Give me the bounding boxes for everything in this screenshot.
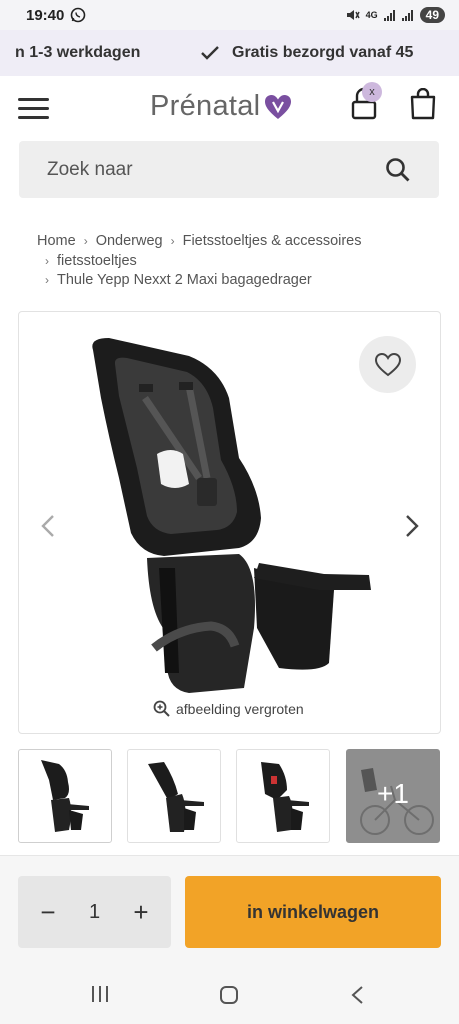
add-to-cart-button[interactable]: in winkelwagen [185,876,441,948]
breadcrumb-fietsstoeltjes-accessoires[interactable]: Fietsstoeltjes & accessoires [183,233,362,249]
more-images-label: +1 [377,778,409,809]
signal-icon-2 [401,9,413,21]
purchase-bar: − 1 + in winkelwagen [0,855,459,967]
thumbnail-image [41,760,89,832]
product-gallery: afbeelding vergroten [18,311,441,734]
status-bar: 19:40 4G 49 [0,0,459,30]
chevron-right-icon[interactable] [405,514,419,538]
zoom-in-icon [153,700,170,717]
check-icon [201,46,219,60]
status-time: 19:40 [26,6,65,24]
site-logo[interactable]: Prénatal [150,90,292,123]
recent-apps-icon[interactable] [90,985,110,1003]
decrease-quantity-button[interactable]: − [36,897,60,928]
home-icon[interactable] [219,985,239,1005]
menu-icon[interactable] [18,98,49,120]
breadcrumb-fietsstoeltjes[interactable]: fietsstoeltjes [57,253,137,269]
quantity-stepper: − 1 + [18,876,171,948]
search-icon[interactable] [385,157,411,183]
signal-icon [383,9,395,21]
zoom-label: afbeelding vergroten [176,700,304,717]
thumbnail-image [261,762,309,832]
usp-banner: n 1-3 werkdagen Gratis bezorgd vanaf 45 [0,30,459,76]
thumbnail-3[interactable] [236,749,330,843]
breadcrumb-current-product: Thule Yepp Nexxt 2 Maxi bagagedrager [57,272,312,288]
favorite-button[interactable] [359,336,416,393]
bag-icon[interactable] [409,88,437,120]
usp-delivery-text: n 1-3 werkdagen [15,44,141,61]
search-placeholder: Zoek naar [47,158,133,180]
usp-free-shipping-text: Gratis bezorgd vanaf 45 [232,44,414,61]
zoom-link[interactable]: afbeelding vergroten [153,700,304,717]
mute-icon [346,10,360,20]
add-to-cart-label: in winkelwagen [246,901,380,922]
site-header: Prénatal x [0,76,459,140]
quantity-value[interactable]: 1 [89,901,100,924]
favorite-heart-icon [374,352,401,376]
search-input[interactable]: Zoek naar [19,141,439,198]
thumbnail-1[interactable] [18,749,112,843]
breadcrumb-onderweg[interactable]: Onderweg [96,233,163,249]
usp-free-shipping: Gratis bezorgd vanaf 45 [200,44,413,62]
breadcrumb: Home › Onderweg › Fietsstoeltjes & accessoir… [37,233,362,288]
thumbnail-image [148,762,204,832]
account-badge: x [362,82,382,102]
breadcrumb-home[interactable]: Home [37,233,76,249]
logo-text: Prénatal [150,90,261,122]
network-label: 4G [365,10,378,20]
product-image[interactable] [79,328,384,698]
back-icon[interactable] [350,985,364,1005]
system-nav-bar [0,967,459,1024]
heart-logo-icon [265,94,292,119]
thumbnail-2[interactable] [127,749,221,843]
battery-badge: 49 [419,7,445,23]
thumbnail-more[interactable]: +1 [346,749,440,843]
increase-quantity-button[interactable]: + [129,897,153,928]
whatsapp-icon [71,7,86,23]
chevron-left-icon[interactable] [41,514,55,538]
